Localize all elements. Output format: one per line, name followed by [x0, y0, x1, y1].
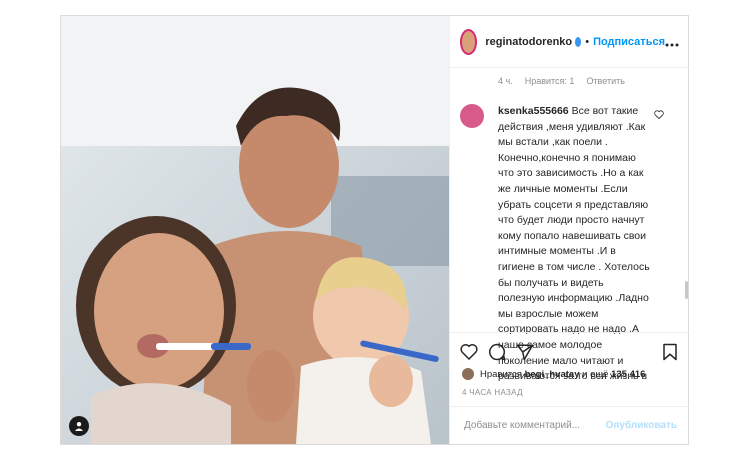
like-comment-heart-icon[interactable]: [654, 110, 664, 119]
likes-prefix: Нравится: [480, 368, 522, 380]
share-direct-icon[interactable]: [516, 343, 534, 361]
liker-avatar[interactable]: [462, 368, 474, 380]
likes-middle: и ещё: [582, 368, 609, 380]
user-icon: [75, 422, 83, 431]
verified-badge-icon: [575, 36, 582, 47]
reply-button[interactable]: Ответить: [586, 76, 624, 86]
author-avatar[interactable]: [460, 28, 478, 55]
more-options-icon[interactable]: [665, 34, 679, 50]
comment-age: 4 ч.: [498, 76, 513, 86]
post-photo[interactable]: [61, 16, 449, 444]
add-comment-row: Опубликовать: [450, 406, 689, 444]
comment-icon[interactable]: [488, 343, 506, 361]
post-timestamp[interactable]: 4 ЧАСА НАЗАД: [462, 388, 523, 397]
post-actions: [450, 332, 689, 373]
add-comment-input[interactable]: [462, 419, 606, 432]
post-side-panel: reginatodorenko • Подписаться 4 ч. Нрави…: [449, 16, 689, 444]
author-username[interactable]: reginatodorenko: [485, 36, 572, 48]
comment-likes-count[interactable]: Нравится: 1: [525, 76, 575, 86]
post-header: reginatodorenko • Подписаться: [450, 16, 689, 68]
likes-count[interactable]: 135 416: [611, 369, 645, 380]
likes-summary: Нравится begi_hvatay и ещё 135 416: [462, 368, 645, 380]
commenter-username[interactable]: ksenka555666: [498, 105, 569, 117]
header-separator: •: [585, 35, 590, 48]
previous-comment-meta: 4 ч. Нравится: 1 Ответить: [498, 76, 625, 86]
commenter-avatar[interactable]: [460, 104, 484, 128]
bookmark-icon[interactable]: [662, 343, 678, 361]
liker-username[interactable]: begi_hvatay: [525, 369, 580, 380]
publish-button[interactable]: Опубликовать: [606, 420, 677, 431]
like-heart-icon[interactable]: [460, 343, 478, 360]
post-dialog: reginatodorenko • Подписаться 4 ч. Нрави…: [60, 15, 689, 445]
tagged-people-button[interactable]: [69, 416, 89, 436]
comments-scrollbar[interactable]: [685, 281, 688, 299]
follow-button[interactable]: Подписаться: [593, 36, 665, 48]
